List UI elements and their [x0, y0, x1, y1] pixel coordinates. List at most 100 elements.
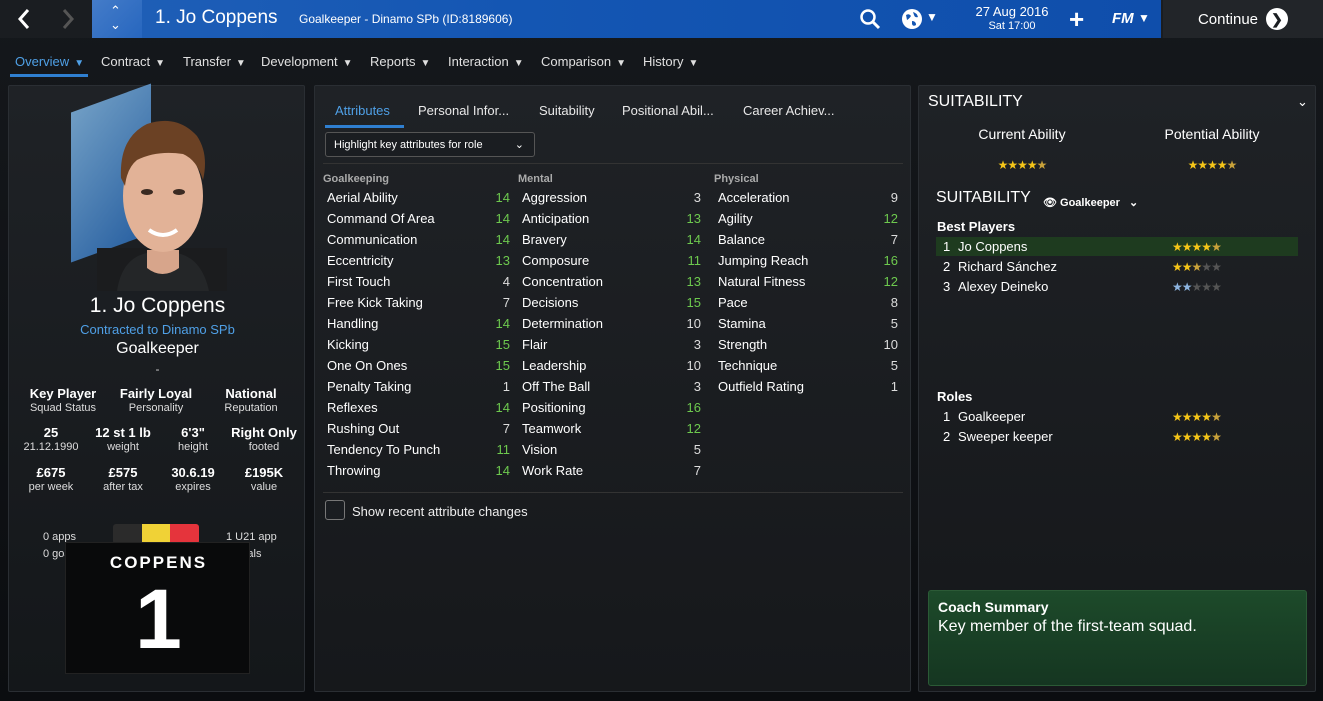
menu-development[interactable]: Development ▼: [261, 54, 353, 69]
tab-positional-ability[interactable]: Positional Abil...: [622, 103, 714, 118]
divider: [323, 163, 903, 164]
tab-attributes[interactable]: Attributes: [335, 103, 390, 118]
attribute-name: Pace: [718, 295, 748, 310]
value-stat: £195K value: [219, 465, 309, 493]
attribute-row[interactable]: Reflexes 14: [327, 400, 510, 421]
attribute-value: 13: [686, 211, 701, 226]
attribute-row[interactable]: Anticipation 13: [522, 211, 701, 232]
attribute-row[interactable]: Determination 10: [522, 316, 701, 337]
attribute-row[interactable]: Work Rate 7: [522, 463, 701, 484]
attribute-row[interactable]: Communication 14: [327, 232, 510, 253]
attribute-row[interactable]: Natural Fitness 12: [718, 274, 898, 295]
attribute-row[interactable]: First Touch 4: [327, 274, 510, 295]
active-tab-indicator: [325, 125, 404, 128]
menu-history[interactable]: History ▼: [643, 54, 698, 69]
best-player-row[interactable]: 1 Jo Coppens ★★★★★: [936, 237, 1298, 256]
time-label: Sat 17:00: [988, 20, 1036, 32]
chevron-down-icon: ⌄: [110, 17, 121, 32]
search-icon[interactable]: [858, 7, 882, 31]
tab-career-achievements[interactable]: Career Achiev...: [743, 103, 835, 118]
attribute-value: 7: [502, 421, 510, 436]
attribute-row[interactable]: Decisions 15: [522, 295, 701, 316]
attribute-row[interactable]: Teamwork 12: [522, 421, 701, 442]
attribute-row[interactable]: Command Of Area 14: [327, 211, 510, 232]
game-date[interactable]: 27 Aug 2016 Sat 17:00: [962, 4, 1062, 34]
contract-link[interactable]: Contracted to Dinamo SPb: [9, 322, 306, 337]
menu-comparison[interactable]: Comparison ▼: [541, 54, 626, 69]
attribute-row[interactable]: Composure 11: [522, 253, 701, 274]
attribute-row[interactable]: Acceleration 9: [718, 190, 898, 211]
chevron-down-icon[interactable]: ▼: [926, 10, 938, 24]
highlight-role-dropdown[interactable]: Highlight key attributes for role ⌄: [325, 132, 535, 157]
menu-reports[interactable]: Reports ▼: [370, 54, 430, 69]
attribute-row[interactable]: Penalty Taking 1: [327, 379, 510, 400]
chevron-down-icon[interactable]: ▼: [1138, 11, 1150, 25]
attribute-name: Command Of Area: [327, 211, 435, 226]
player-position: Goalkeeper: [116, 340, 199, 357]
attribute-row[interactable]: One On Ones 15: [327, 358, 510, 379]
attribute-row[interactable]: Off The Ball 3: [522, 379, 701, 400]
player-cycle-button[interactable]: ⌃ ⌄: [110, 4, 121, 32]
attribute-name: Handling: [327, 316, 379, 331]
name-label: Goalkeeper: [958, 409, 1026, 424]
best-player-row[interactable]: 3 Alexey Deineko ★★★★★: [936, 277, 1298, 296]
menu-overview[interactable]: Overview ▼: [15, 54, 84, 69]
role-row[interactable]: 2 Sweeper keeper ★★★★★: [936, 427, 1298, 446]
attribute-row[interactable]: Aerial Ability 14: [327, 190, 510, 211]
name-label: Jo Coppens: [958, 239, 1028, 254]
menu-transfer[interactable]: Transfer ▼: [183, 54, 246, 69]
chevron-down-icon[interactable]: ⌄: [1297, 94, 1308, 110]
continue-button[interactable]: Continue ❯: [1163, 0, 1323, 38]
attribute-row[interactable]: Bravery 14: [522, 232, 701, 253]
fm-menu-button[interactable]: FM: [1112, 10, 1134, 27]
attribute-row[interactable]: Throwing 14: [327, 463, 510, 484]
back-button[interactable]: [2, 0, 46, 38]
tab-personal-info[interactable]: Personal Infor...: [418, 103, 509, 118]
attribute-row[interactable]: Free Kick Taking 7: [327, 295, 510, 316]
attribute-row[interactable]: Leadership 10: [522, 358, 701, 379]
attribute-name: Decisions: [522, 295, 579, 310]
globe-icon[interactable]: [900, 7, 924, 31]
attribute-row[interactable]: Vision 5: [522, 442, 701, 463]
name-label: Richard Sánchez: [958, 259, 1057, 274]
star-icon: ★: [1172, 280, 1183, 294]
attribute-row[interactable]: Outfield Rating 1: [718, 379, 898, 400]
attribute-row[interactable]: Technique 5: [718, 358, 898, 379]
attribute-row[interactable]: Eccentricity 13: [327, 253, 510, 274]
shirt-card: COPPENS 1: [65, 542, 250, 674]
chevron-down-icon: ▼: [74, 58, 85, 69]
menu-interaction[interactable]: Interaction ▼: [448, 54, 524, 69]
role-row[interactable]: 1 Goalkeeper ★★★★★: [936, 407, 1298, 426]
attribute-row[interactable]: Jumping Reach 16: [718, 253, 898, 274]
best-player-row[interactable]: 2 Richard Sánchez ★★★★★: [936, 257, 1298, 276]
tab-suitability[interactable]: Suitability: [539, 103, 595, 118]
role-dropdown[interactable]: 👁︎ Goalkeeper ⌄: [1043, 196, 1138, 209]
rating-stars: ★★★★★: [1172, 430, 1222, 444]
nation-flag-icon[interactable]: [113, 524, 199, 544]
rating-stars: ★★★★★: [1172, 280, 1222, 294]
attribute-row[interactable]: Kicking 15: [327, 337, 510, 358]
recent-changes-label: Show recent attribute changes: [352, 504, 528, 519]
attribute-row[interactable]: Stamina 5: [718, 316, 898, 337]
attribute-value: 5: [890, 316, 898, 331]
attribute-row[interactable]: Handling 14: [327, 316, 510, 337]
attribute-row[interactable]: Agility 12: [718, 211, 898, 232]
attribute-row[interactable]: Flair 3: [522, 337, 701, 358]
attribute-row[interactable]: Positioning 16: [522, 400, 701, 421]
attribute-row[interactable]: Rushing Out 7: [327, 421, 510, 442]
attribute-name: Kicking: [327, 337, 369, 352]
menu-contract[interactable]: Contract ▼: [101, 54, 165, 69]
attribute-row[interactable]: Tendency To Punch 11: [327, 442, 510, 463]
page-title: 1. Jo Coppens: [155, 7, 278, 28]
forward-button[interactable]: [46, 0, 90, 38]
attribute-row[interactable]: Balance 7: [718, 232, 898, 253]
attribute-row[interactable]: Strength 10: [718, 337, 898, 358]
plus-icon[interactable]: +: [1069, 6, 1084, 32]
attribute-name: Free Kick Taking: [327, 295, 423, 310]
attribute-row[interactable]: Aggression 3: [522, 190, 701, 211]
attribute-row[interactable]: Pace 8: [718, 295, 898, 316]
attribute-row[interactable]: Concentration 13: [522, 274, 701, 295]
recent-changes-checkbox[interactable]: [325, 500, 345, 520]
chevron-down-icon: ▼: [616, 58, 626, 69]
stat-value: £195K: [244, 465, 284, 480]
